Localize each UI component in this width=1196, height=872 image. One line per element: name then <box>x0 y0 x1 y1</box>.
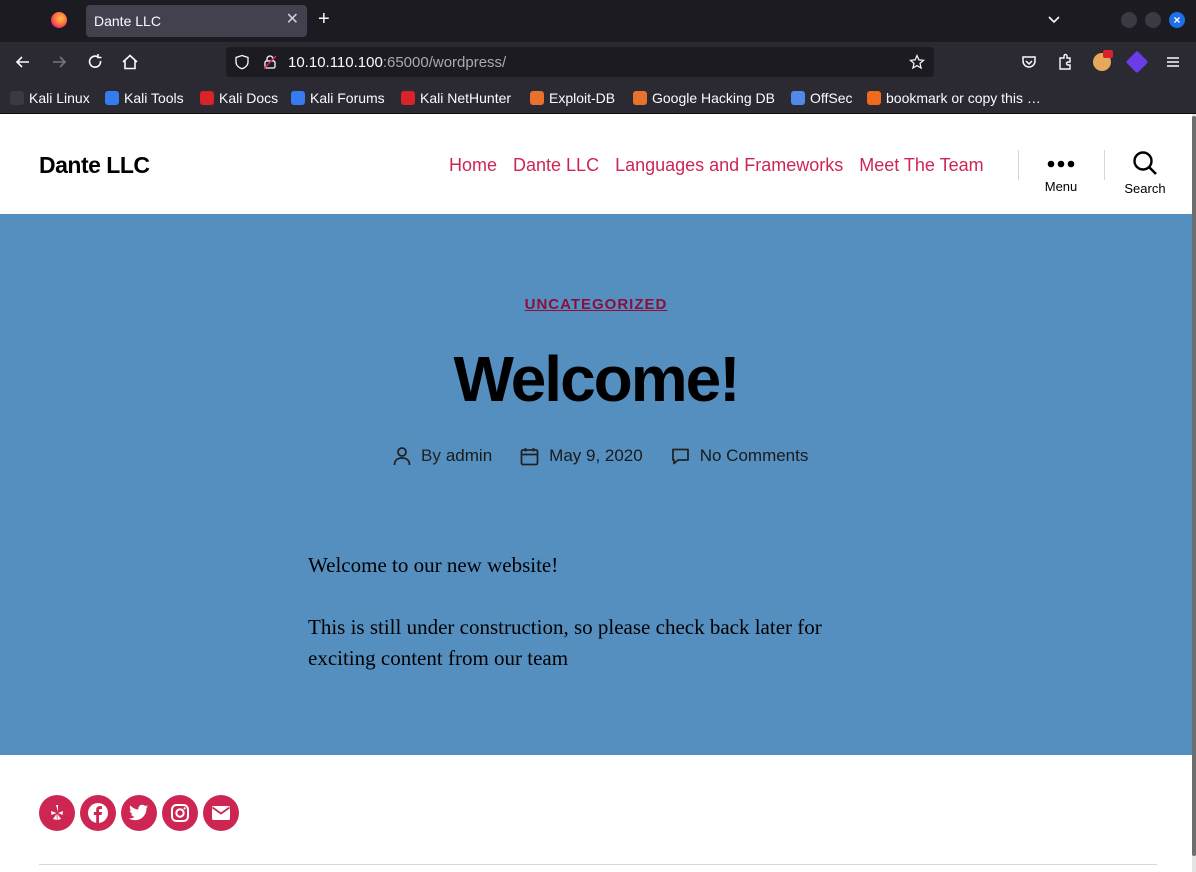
bookmark-item[interactable]: Kali Docs <box>200 90 278 106</box>
shield-icon[interactable] <box>234 54 250 70</box>
author-prefix: By <box>421 446 441 465</box>
kali-dragon-icon <box>10 91 24 105</box>
twitter-icon[interactable] <box>121 795 157 831</box>
ellipsis-icon <box>1047 160 1075 168</box>
menu-item-languages-and-frameworks[interactable]: Languages and Frameworks <box>615 155 843 176</box>
menu-toggle-label: Menu <box>1044 179 1078 194</box>
close-window-button[interactable]: × <box>1169 12 1185 28</box>
social-menu <box>39 795 239 831</box>
site-title[interactable]: Dante LLC <box>39 152 150 179</box>
bookmark-label: bookmark or copy this … <box>886 90 1041 106</box>
menu-item-meet-the-team[interactable]: Meet The Team <box>859 155 983 176</box>
firefox-icon <box>51 12 67 28</box>
person-icon <box>393 447 411 466</box>
exploit-db-icon <box>530 91 544 105</box>
bookmark-item[interactable]: Kali NetHunter <box>401 90 511 106</box>
scrollbar-thumb[interactable] <box>1192 116 1196 856</box>
web-page: Dante LLC Home Dante LLC Languages and F… <box>0 114 1196 872</box>
url-path: :65000/wordpress/ <box>382 54 507 71</box>
star-bookmark-icon[interactable] <box>909 54 925 70</box>
extensions-icon[interactable] <box>1055 52 1075 72</box>
chevron-down-icon[interactable] <box>1046 11 1062 27</box>
menu-item-home[interactable]: Home <box>449 155 497 176</box>
kali-tools-icon <box>105 91 119 105</box>
new-tab-button[interactable]: + <box>318 8 330 30</box>
bookmark-label: Kali Docs <box>219 90 279 106</box>
browser-toolbar: 10.10.110.100:65000/wordpress/ <box>0 42 1196 82</box>
ghdb-icon <box>633 91 647 105</box>
email-icon[interactable] <box>203 795 239 831</box>
minimize-button[interactable] <box>1121 12 1137 28</box>
site-header: Dante LLC Home Dante LLC Languages and F… <box>0 114 1192 214</box>
yelp-icon[interactable] <box>39 795 75 831</box>
post-header: UNCATEGORIZED Welcome! By admin May 9, 2… <box>0 214 1192 755</box>
post-content: Welcome to our new website! This is stil… <box>308 550 868 705</box>
insecure-lock-icon[interactable] <box>262 54 278 70</box>
back-arrow-icon[interactable] <box>13 52 33 72</box>
calendar-icon <box>520 447 539 465</box>
reload-icon[interactable] <box>85 52 105 72</box>
page-scrollbar[interactable] <box>1192 114 1196 872</box>
menu-toggle-button[interactable]: Menu <box>1026 150 1096 194</box>
kali-docs-icon <box>200 91 214 105</box>
close-tab-icon[interactable]: ✕ <box>286 11 299 29</box>
url-host: 10.10.110.100 <box>288 54 383 71</box>
menu-item-dante-llc[interactable]: Dante LLC <box>513 155 599 176</box>
content-paragraph: This is still under construction, so ple… <box>308 615 822 670</box>
pocket-icon[interactable] <box>1019 52 1039 72</box>
browser-tab[interactable]: Dante LLC ✕ <box>86 5 307 37</box>
url-text[interactable]: 10.10.110.100:65000/wordpress/ <box>288 54 506 71</box>
bookmark-item[interactable]: Kali Linux <box>10 90 90 106</box>
home-icon[interactable] <box>120 52 140 72</box>
bookmark-item[interactable]: Exploit-DB <box>530 90 615 106</box>
hamburger-menu-icon[interactable] <box>1163 52 1183 72</box>
bookmarks-toolbar: Kali Linux Kali Tools Kali Docs Kali Forums… <box>0 82 1196 114</box>
bookmark-item[interactable]: Google Hacking DB <box>633 90 775 106</box>
comments-link[interactable]: No Comments <box>700 446 809 466</box>
post-date: May 9, 2020 <box>520 446 643 466</box>
bookmark-item[interactable]: Kali Forums <box>291 90 385 106</box>
bookmark-label: Kali Forums <box>310 90 385 106</box>
bookmark-label: OffSec <box>810 90 853 106</box>
date-link[interactable]: May 9, 2020 <box>549 446 643 466</box>
comment-icon <box>671 448 689 464</box>
address-bar[interactable]: 10.10.110.100:65000/wordpress/ <box>226 47 934 77</box>
bookmark-item[interactable]: Kali Tools <box>105 90 184 106</box>
bookmark-item[interactable]: OffSec <box>791 90 853 106</box>
browser-tab-bar: Dante LLC ✕ + × <box>0 0 1196 42</box>
search-toggle-label: Search <box>1124 181 1166 196</box>
footer-divider <box>39 864 1157 865</box>
bookmark-label: Exploit-DB <box>549 90 616 106</box>
category-link[interactable]: UNCATEGORIZED <box>525 296 668 313</box>
offsec-icon <box>791 91 805 105</box>
tab-title: Dante LLC <box>94 13 161 29</box>
author-link[interactable]: admin <box>446 446 492 466</box>
post-meta: By admin May 9, 2020 No Comments <box>393 446 836 466</box>
kali-forums-icon <box>291 91 305 105</box>
bookmark-label: Kali Linux <box>29 90 90 106</box>
search-toggle-button[interactable]: Search <box>1110 150 1180 196</box>
bookmark-item[interactable]: bookmark or copy this … <box>867 90 1041 106</box>
nethunter-icon <box>401 91 415 105</box>
header-divider <box>1018 150 1019 180</box>
post-author: By admin <box>393 446 492 466</box>
bookmark-label: Kali Tools <box>124 90 184 106</box>
extension-purple-icon[interactable] <box>1125 50 1149 74</box>
post-category: UNCATEGORIZED <box>0 296 1192 314</box>
post-comments: No Comments <box>671 446 809 466</box>
header-divider <box>1104 150 1105 180</box>
bookmark-label: Kali NetHunter <box>420 90 512 106</box>
content-paragraph: Welcome to our new website! <box>308 553 559 577</box>
bookmark-icon <box>867 91 881 105</box>
maximize-button[interactable] <box>1145 12 1161 28</box>
facebook-icon[interactable] <box>80 795 116 831</box>
search-icon <box>1133 151 1157 175</box>
forward-arrow-icon[interactable] <box>49 52 69 72</box>
extension-badge-icon[interactable] <box>1093 50 1113 71</box>
instagram-icon[interactable] <box>162 795 198 831</box>
bookmark-label: Google Hacking DB <box>652 90 775 106</box>
site-footer <box>0 755 1192 872</box>
post-title: Welcome! <box>453 343 740 415</box>
primary-menu: Home Dante LLC Languages and Frameworks … <box>449 155 984 176</box>
